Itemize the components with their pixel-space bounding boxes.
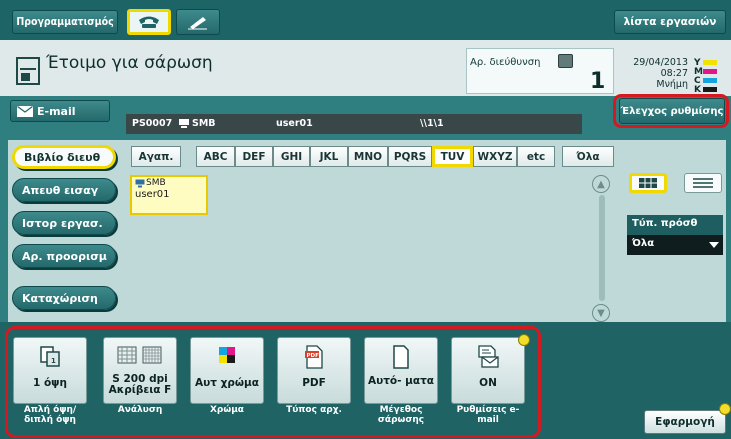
scroll-down-icon[interactable]: ▼ [592, 304, 610, 322]
toner-letter: K [694, 84, 701, 95]
list-view-icon [693, 178, 713, 188]
function-highlight [5, 326, 541, 438]
date-time: 29/04/2013 08:27 Μνήμη [628, 57, 688, 90]
filter-jkl[interactable]: JKL [310, 146, 348, 167]
toner-bar-magenta [703, 69, 717, 74]
program-button[interactable]: Προγραμματισμός [12, 10, 118, 34]
filter-abc[interactable]: ABC [196, 146, 235, 167]
filter-pqrs[interactable]: PQRS [388, 146, 432, 167]
server-name: PS0007 [132, 118, 173, 129]
destination-name: user01 [135, 189, 170, 200]
apply-button[interactable]: Εφαρμογή [644, 410, 726, 434]
scan-screen: Προγραμματισμός λίστα εργασιών Έτοιμο γι… [0, 0, 731, 439]
toner-bar-cyan [703, 78, 717, 83]
path-text: \\1\1 [420, 118, 444, 129]
computer-icon [135, 179, 145, 188]
indicator-dot [719, 403, 731, 415]
date-text: 29/04/2013 [633, 57, 688, 68]
email-tab-label: E-mail [37, 104, 76, 118]
destination-type: SMB [146, 178, 166, 188]
filter-etc[interactable]: etc [517, 146, 555, 167]
nav-direct-input[interactable]: Απευθ εισαγ [12, 178, 116, 202]
address-type-label: Τύπ. πρόσθ [627, 215, 723, 235]
filter-def[interactable]: DEF [235, 146, 273, 167]
time-text: 08:27 [660, 68, 688, 79]
toner-bar-yellow [703, 60, 717, 65]
computer-icon [179, 119, 189, 128]
pen-icon [188, 17, 207, 30]
address-type-select[interactable]: Όλα [627, 235, 723, 255]
filter-tuv[interactable]: TUV [432, 146, 473, 167]
toner-levels: Y M C K [694, 58, 728, 95]
protocol-text: SMB [192, 118, 216, 129]
scrollbar-track[interactable] [599, 195, 605, 301]
envelope-icon [17, 105, 33, 117]
address-book-icon [558, 54, 573, 68]
phone-icon [139, 16, 159, 28]
list-view-button[interactable] [684, 173, 722, 193]
address-count-label: Αρ. διεύθυνση [470, 57, 541, 68]
nav-job-history[interactable]: Ιστορ εργασ. [12, 211, 116, 235]
nav-address-book[interactable]: Βιβλίο διευθ [12, 145, 116, 169]
email-tab[interactable]: E-mail [10, 100, 110, 122]
toner-bar-black [703, 87, 717, 92]
filter-wxyz[interactable]: WXYZ [473, 146, 517, 167]
nav-register[interactable]: Καταχώριση [12, 286, 116, 310]
memory-label: Μνήμη [656, 79, 688, 90]
job-list-button[interactable]: λίστα εργασιών [614, 10, 726, 34]
filter-all[interactable]: Όλα [562, 146, 614, 167]
destination-path-bar: PS0007 SMB user01 \\1\1 [126, 114, 582, 134]
address-count: 1 [590, 69, 606, 94]
filter-mno[interactable]: MNO [348, 146, 388, 167]
filter-favorites[interactable]: Αγαπ. [131, 146, 181, 167]
status-message: Έτοιμο για σάρωση [46, 53, 213, 73]
user-text: user01 [276, 118, 313, 129]
handwriting-tab[interactable] [176, 9, 220, 35]
fax-scan-tab[interactable] [127, 9, 171, 35]
check-settings-highlight [613, 94, 729, 128]
grid-view-button[interactable] [629, 173, 667, 193]
grid-view-icon [639, 178, 657, 188]
filter-ghi[interactable]: GHI [273, 146, 310, 167]
destination-entry[interactable]: SMB user01 [130, 175, 208, 215]
scanner-icon [16, 57, 40, 85]
scroll-up-icon[interactable]: ▲ [592, 175, 610, 193]
nav-destination-number[interactable]: Αρ. προορισμ [12, 244, 116, 268]
